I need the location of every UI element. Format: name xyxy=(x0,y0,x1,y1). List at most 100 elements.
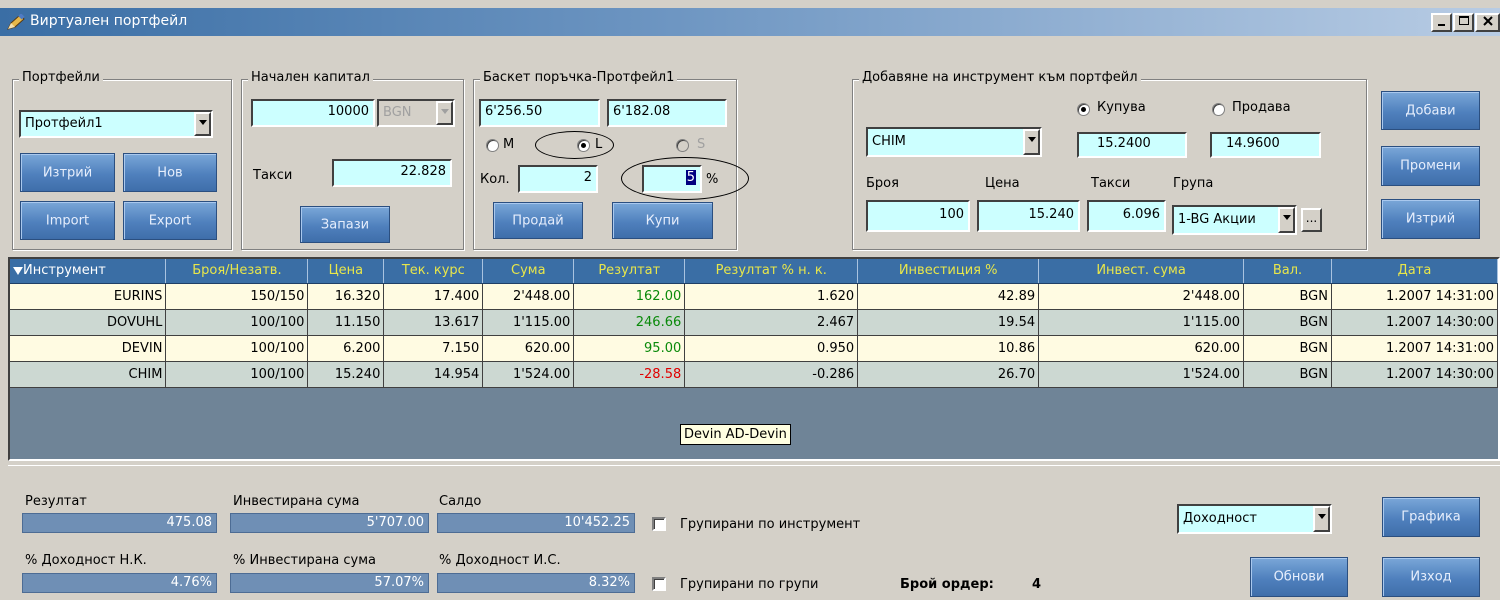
percent-sign: % xyxy=(706,172,719,187)
balance-label: Салдо xyxy=(439,494,482,509)
add-button[interactable]: Добави xyxy=(1381,91,1480,130)
quantity-input[interactable]: 2 xyxy=(518,165,598,193)
percent-input[interactable]: 5 xyxy=(642,165,702,193)
table-row[interactable]: DOVUHL 100/100 11.150 13.617 1'115.00 24… xyxy=(10,309,1499,336)
column-header[interactable]: Резултат xyxy=(573,259,686,284)
close-icon xyxy=(1482,16,1493,26)
chevron-down-icon[interactable] xyxy=(194,112,211,136)
cell-currency: BGN xyxy=(1243,309,1332,336)
fees-label: Такси xyxy=(1091,176,1131,191)
edit-button[interactable]: Промени xyxy=(1381,146,1480,186)
minimize-button[interactable] xyxy=(1431,13,1452,32)
new-portfolio-button[interactable]: Нов xyxy=(123,153,217,192)
price-input[interactable]: 15.240 xyxy=(977,200,1080,232)
column-header[interactable]: Дата xyxy=(1331,259,1499,284)
portfolio-select[interactable]: Протфейл1 xyxy=(19,110,213,138)
chevron-down-icon[interactable] xyxy=(1313,506,1330,532)
cell-price: 11.150 xyxy=(307,309,385,336)
close-button[interactable] xyxy=(1475,13,1500,32)
column-header[interactable]: Броя/Незатв. xyxy=(165,259,309,284)
cell-instrument: CHIM xyxy=(10,361,167,388)
cell-instrument: DEVIN xyxy=(10,335,167,362)
basket-value-2[interactable]: 6'182.08 xyxy=(607,99,727,127)
column-header[interactable]: Сума xyxy=(482,259,575,284)
column-header[interactable]: Цена xyxy=(307,259,385,284)
group-by-groups-checkbox[interactable] xyxy=(652,577,666,591)
cell-currency: BGN xyxy=(1243,283,1332,310)
export-button[interactable]: Export xyxy=(123,201,217,240)
cell-currency: BGN xyxy=(1243,335,1332,362)
count-label: Броя xyxy=(866,176,899,191)
basket-value-1[interactable]: 6'256.50 xyxy=(479,99,600,127)
yield-nk-label: % Доходност Н.К. xyxy=(25,553,147,568)
table-row[interactable]: CHIM 100/100 15.240 14.954 1'524.00 -28.… xyxy=(10,361,1499,388)
cell-sum: 1'524.00 xyxy=(482,361,575,388)
cell-price: 16.320 xyxy=(307,283,385,310)
instrument-select[interactable]: CHIM xyxy=(866,127,1042,157)
import-button[interactable]: Import xyxy=(20,201,115,240)
radio-l[interactable] xyxy=(577,139,590,152)
chevron-down-icon[interactable] xyxy=(436,101,453,125)
radio-sell-label: Продава xyxy=(1232,100,1291,115)
column-header[interactable]: Тек. курс xyxy=(383,259,484,284)
cell-result-pct: -0.286 xyxy=(684,361,859,388)
cell-price: 6.200 xyxy=(307,335,385,362)
cell-invested-sum: 620.00 xyxy=(1038,335,1244,362)
cell-investment-pct: 10.86 xyxy=(857,335,1040,362)
radio-m[interactable] xyxy=(486,139,499,152)
group-by-instrument-checkbox[interactable] xyxy=(652,517,666,531)
maximize-icon xyxy=(1458,16,1469,25)
capital-amount-input[interactable]: 10000 xyxy=(251,99,375,127)
virtual-portfolio-window: Виртуален портфейл Портфейли Протфейл1 И… xyxy=(0,0,1500,600)
result-label: Резултат xyxy=(25,494,87,509)
table-row[interactable]: DEVIN 100/100 6.200 7.150 620.00 95.00 0… xyxy=(10,335,1499,362)
radio-buy-label: Купува xyxy=(1097,100,1146,115)
radio-sell[interactable] xyxy=(1212,103,1225,116)
buy-basket-button[interactable]: Купи xyxy=(612,202,713,239)
maximize-button[interactable] xyxy=(1453,13,1474,32)
window-title: Виртуален портфейл xyxy=(30,13,188,29)
cell-current-rate: 17.400 xyxy=(383,283,484,310)
column-header[interactable]: Инвест. сума xyxy=(1038,259,1244,284)
chevron-down-icon[interactable] xyxy=(1023,129,1040,155)
cell-date: 1.2007 14:31:00 xyxy=(1331,335,1499,362)
currency-select[interactable]: BGN xyxy=(377,99,455,127)
fees-input[interactable]: 6.096 xyxy=(1087,200,1166,232)
capital-fees-input[interactable]: 22.828 xyxy=(332,159,452,187)
delete-portfolio-button[interactable]: Изтрий xyxy=(20,153,115,192)
delete-instrument-button[interactable]: Изтрий xyxy=(1381,199,1480,239)
sell-price-input[interactable]: 14.9600 xyxy=(1210,132,1321,158)
chart-type-select[interactable]: Доходност xyxy=(1177,504,1332,534)
cell-result: -28.58 xyxy=(573,361,686,388)
cell-sum: 1'115.00 xyxy=(482,309,575,336)
chart-button[interactable]: Графика xyxy=(1382,497,1480,537)
percent-input-value: 5 xyxy=(685,170,696,185)
portfolio-select-value: Протфейл1 xyxy=(25,116,103,131)
group-select[interactable]: 1-BG Акции xyxy=(1172,205,1297,235)
result-value: 475.08 xyxy=(22,513,217,533)
portfolios-legend: Портфейли xyxy=(19,70,103,85)
cell-sum: 620.00 xyxy=(482,335,575,362)
table-row[interactable]: EURINS 150/150 16.320 17.400 2'448.00 16… xyxy=(10,283,1499,310)
column-header[interactable]: Инструмент xyxy=(10,259,167,284)
browse-group-button[interactable]: ... xyxy=(1301,208,1322,232)
cell-count: 100/100 xyxy=(165,309,309,336)
quantity-label: Кол. xyxy=(480,172,510,187)
basket-legend: Баскет поръчка-Протфейл1 xyxy=(480,70,678,85)
refresh-button[interactable]: Обнови xyxy=(1250,557,1348,597)
radio-s[interactable] xyxy=(676,139,689,152)
chevron-down-icon[interactable] xyxy=(1278,207,1295,233)
cell-date: 1.2007 14:30:00 xyxy=(1331,361,1499,388)
buy-price-input[interactable]: 15.2400 xyxy=(1077,132,1187,158)
column-header[interactable]: Инвестиция % xyxy=(857,259,1040,284)
radio-buy[interactable] xyxy=(1077,103,1090,116)
portfolio-table: Инструмент Броя/Незатв. Цена Тек. курс С… xyxy=(10,259,1499,388)
table-header-row: Инструмент Броя/Незатв. Цена Тек. курс С… xyxy=(10,259,1499,284)
column-header[interactable]: Вал. xyxy=(1243,259,1332,284)
exit-button[interactable]: Изход xyxy=(1382,557,1480,597)
invested-sum-label: Инвестирана сума xyxy=(233,494,360,509)
sell-basket-button[interactable]: Продай xyxy=(493,202,583,239)
save-capital-button[interactable]: Запази xyxy=(300,206,390,243)
column-header[interactable]: Резултат % н. к. xyxy=(684,259,859,284)
count-input[interactable]: 100 xyxy=(866,200,970,232)
